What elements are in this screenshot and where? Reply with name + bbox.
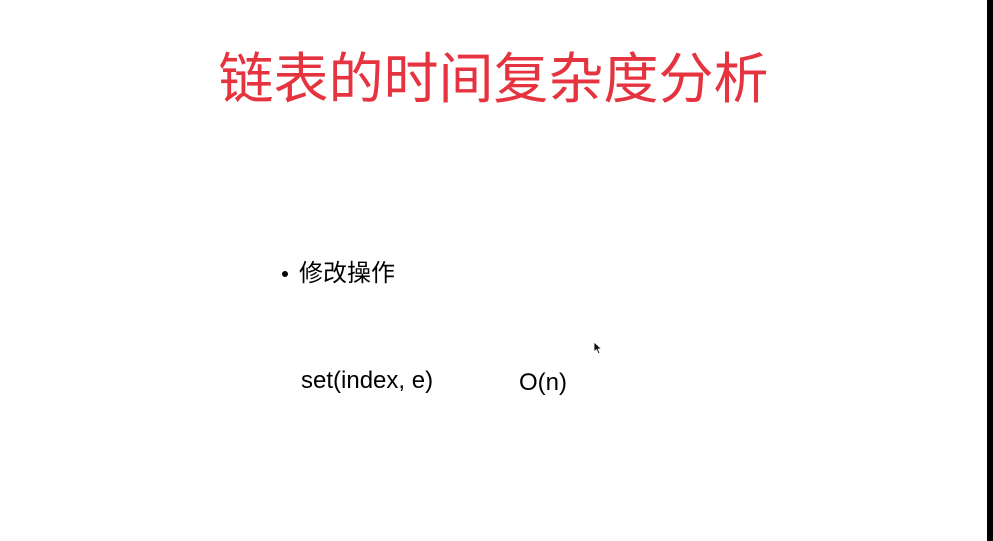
method-signature: set(index, e) [301,367,434,394]
screen-edge [987,0,993,541]
slide-title: 链表的时间复杂度分析 [218,47,769,111]
mouse-pointer-icon [593,341,602,355]
bullet-dot-icon [282,270,288,277]
bullet-item: 修改操作 [282,256,395,290]
slide: 链表的时间复杂度分析 修改操作 set(index, e) O(n) [0,0,987,541]
bullet-text: 修改操作 [299,259,395,287]
complexity-value: O(n) [519,369,567,396]
